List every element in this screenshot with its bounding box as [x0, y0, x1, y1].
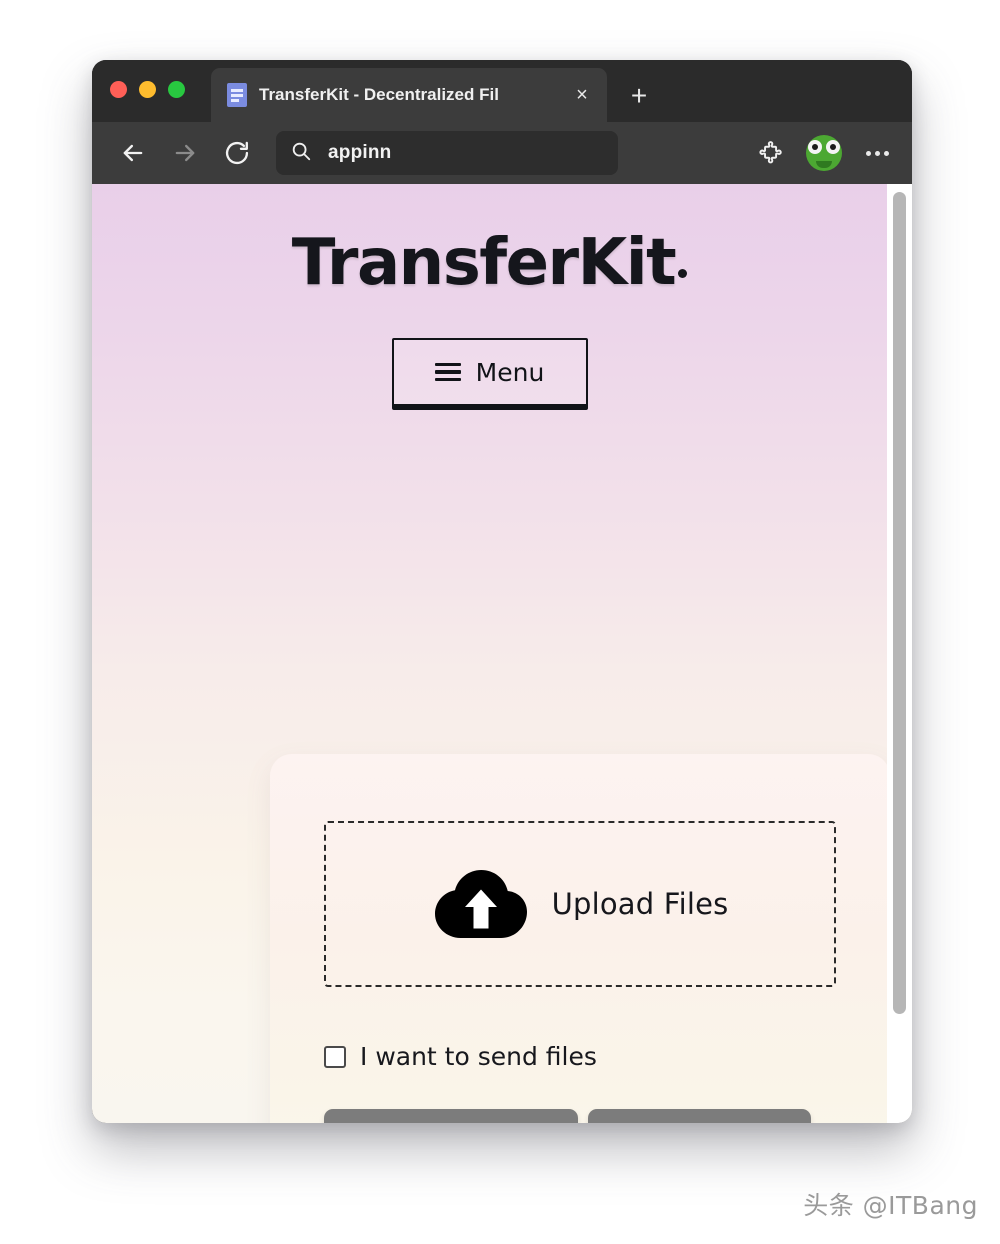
watermark: 头条 @ITBang — [803, 1191, 978, 1220]
forward-arrow-icon — [162, 130, 208, 176]
window-traffic-lights — [110, 60, 185, 122]
browser-toolbar: appinn — [92, 122, 912, 184]
menu-button[interactable]: Menu — [391, 338, 588, 410]
reload-icon[interactable] — [214, 130, 260, 176]
address-bar[interactable]: appinn — [276, 131, 618, 175]
transfer-card: Upload Files I want to send files — [270, 754, 890, 1123]
scrollbar-thumb[interactable] — [893, 192, 906, 1014]
vertical-scrollbar[interactable] — [887, 184, 912, 1123]
document-icon — [227, 83, 247, 107]
search-icon — [290, 140, 312, 167]
hamburger-icon — [434, 363, 461, 381]
site-logo-text: TransferKit — [291, 226, 677, 300]
file-drop-zone[interactable]: Upload Files — [324, 821, 836, 987]
address-input-value[interactable]: appinn — [328, 142, 391, 164]
send-files-checkbox[interactable] — [324, 1045, 346, 1068]
upload-files-button[interactable]: Upload Files — [324, 1109, 579, 1123]
browser-window: TransferKit - Decentralized Fil × + appi… — [92, 60, 912, 1123]
menu-button-wrap: Menu — [92, 338, 887, 410]
page-content: TransferKit Menu Upload Files I want to … — [92, 184, 890, 1123]
drop-zone-label: Upload Files — [551, 887, 729, 921]
page-viewport: TransferKit Menu Upload Files I want to … — [92, 184, 912, 1123]
logo-dot-icon — [678, 269, 688, 278]
browser-tab-title: TransferKit - Decentralized Fil — [259, 85, 499, 104]
close-icon[interactable]: × — [569, 82, 595, 108]
frog-avatar[interactable] — [806, 135, 842, 171]
card-actions: Upload Files Copy Link — [324, 1109, 811, 1123]
window-maximize-button[interactable] — [168, 80, 185, 98]
window-close-button[interactable] — [110, 80, 127, 98]
toolbar-right-group — [754, 135, 894, 171]
puzzle-piece-icon[interactable] — [754, 136, 788, 170]
send-files-row[interactable]: I want to send files — [324, 1042, 597, 1071]
browser-tab[interactable]: TransferKit - Decentralized Fil × — [211, 68, 607, 122]
back-arrow-icon[interactable] — [110, 130, 156, 176]
cloud-upload-icon — [432, 867, 530, 941]
more-options-icon[interactable] — [860, 136, 894, 170]
window-minimize-button[interactable] — [139, 80, 156, 98]
page-title: TransferKit — [92, 184, 887, 300]
new-tab-button[interactable]: + — [623, 80, 655, 112]
send-files-label: I want to send files — [360, 1042, 597, 1071]
copy-link-button[interactable]: Copy Link — [588, 1109, 811, 1123]
menu-button-label: Menu — [475, 357, 545, 387]
browser-tab-bar: TransferKit - Decentralized Fil × + — [92, 60, 912, 122]
